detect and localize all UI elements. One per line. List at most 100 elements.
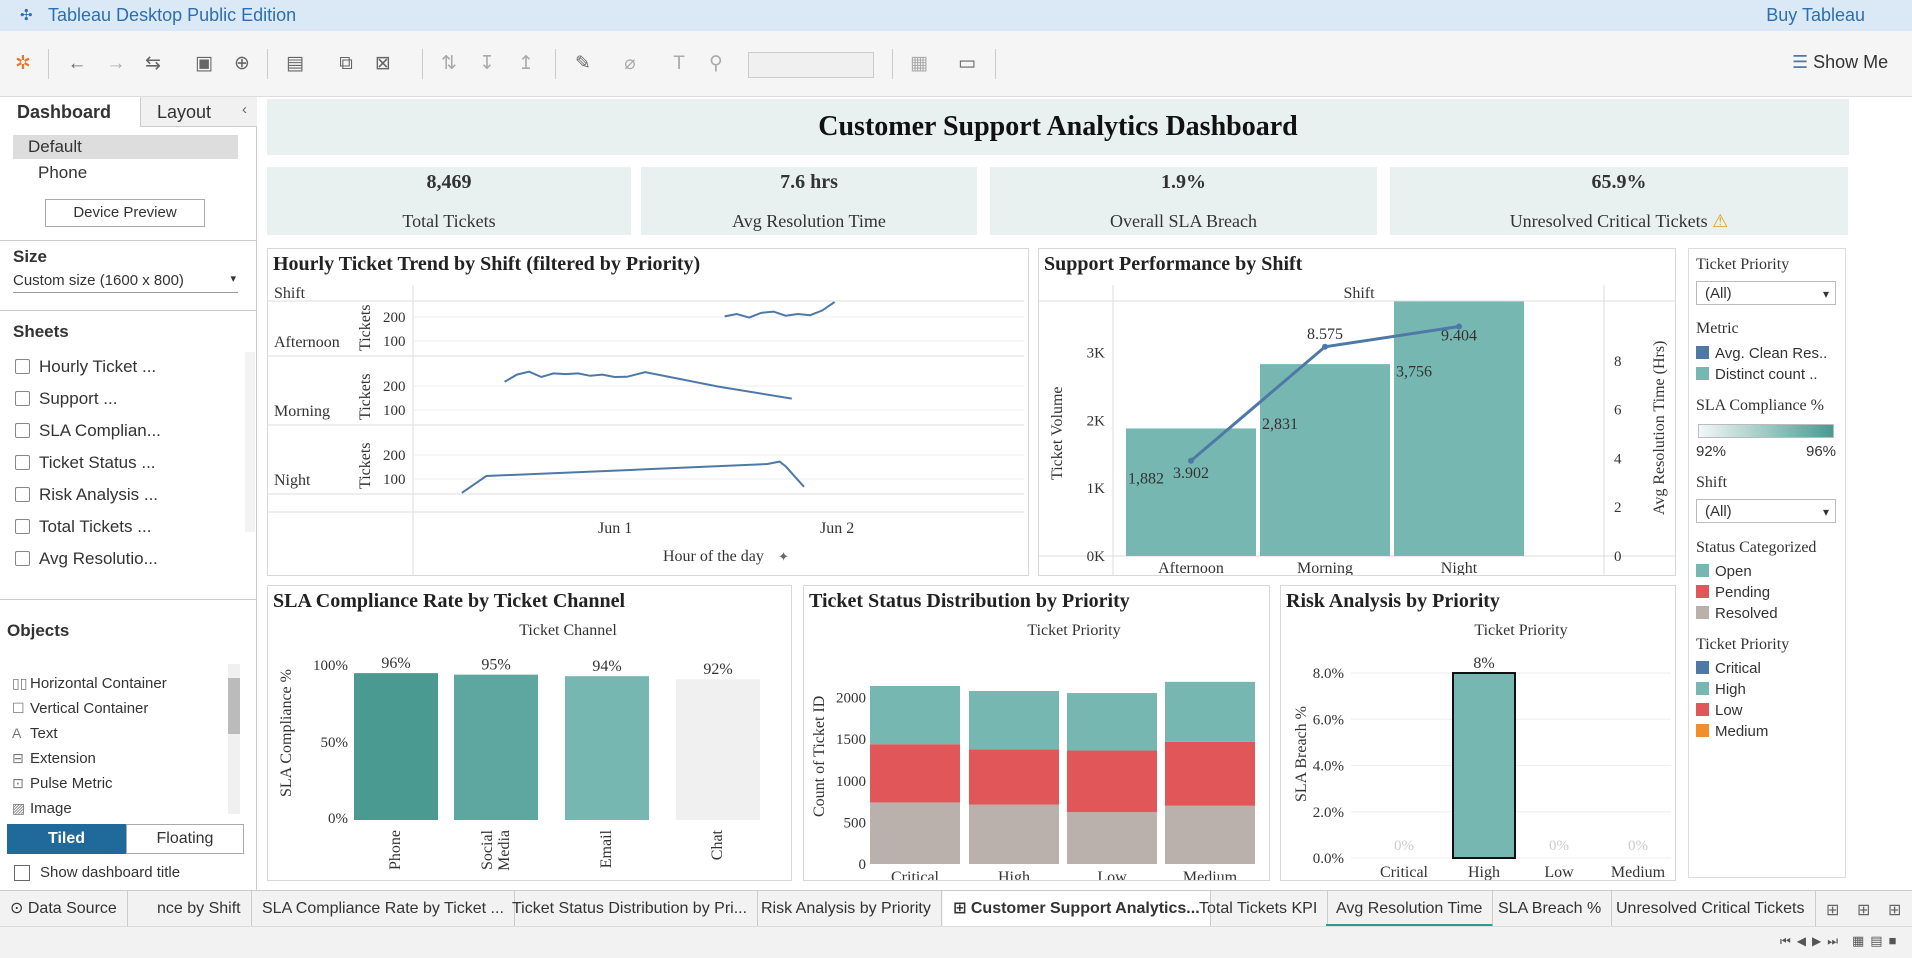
risk-analysis-panel[interactable]: Risk Analysis by Priority Ticket Priorit… [1280, 585, 1676, 881]
sort-descending-icon[interactable]: ↥ [515, 53, 537, 75]
tab-data-source[interactable]: ⊙ Data Source [0, 891, 128, 927]
tableau-logo-icon: ✣ [20, 7, 33, 24]
database-icon: ⊙ [10, 900, 28, 917]
save-icon[interactable]: ▣ [193, 53, 215, 75]
show-title-checkbox[interactable] [14, 865, 30, 881]
new-sheet-icon[interactable]: ⊞ [1826, 900, 1839, 920]
object-vertical-container[interactable]: ☐ Vertical Container [12, 700, 148, 717]
pin-icon[interactable]: ⚲ [705, 53, 727, 75]
tab-sheet[interactable]: SLA Compliance Rate by Ticket ... [252, 891, 515, 927]
new-worksheet-icon[interactable]: ▤ [284, 53, 306, 75]
shift-filter-dropdown[interactable]: (All) [1696, 499, 1836, 524]
sla-max: 96% [1806, 443, 1837, 460]
undo-icon[interactable]: ← [66, 53, 88, 75]
sheets-title: Sheets [13, 322, 69, 341]
new-story-icon[interactable]: ⊞ [1888, 900, 1901, 920]
vertical-container-icon: ☐ [12, 700, 25, 716]
label-icon[interactable]: T [668, 53, 690, 75]
device-preview-button[interactable]: Device Preview [45, 199, 205, 227]
legend-item[interactable]: Medium [1696, 723, 1768, 740]
floating-button[interactable]: Floating [126, 824, 244, 854]
tab-layout[interactable]: Layout [140, 97, 257, 127]
tab-sheet[interactable]: SLA Breach % [1488, 891, 1613, 927]
hourly-chart[interactable]: Shift Afternoon Morning Night Tickets Ti… [268, 285, 1028, 575]
group-icon[interactable]: ⌀ [619, 53, 641, 75]
legend-item[interactable]: Avg. Clean Res.. [1696, 345, 1827, 362]
sort-ascending-icon[interactable]: ↧ [476, 53, 498, 75]
object-text[interactable]: A Text [12, 725, 58, 742]
xtick-jun1: Jun 1 [598, 520, 632, 537]
bar-label: 0% [1549, 838, 1569, 854]
bar-segment [969, 749, 1059, 805]
sla-compliance-panel[interactable]: SLA Compliance Rate by Ticket Channel Ti… [267, 585, 792, 881]
show-me-button[interactable]: ☰ Show Me [1792, 52, 1888, 73]
object-extension[interactable]: ⊟ Extension [12, 750, 96, 767]
tab-sheet[interactable]: Risk Analysis by Priority [751, 891, 942, 927]
buy-tableau-link[interactable]: Buy Tableau [1766, 5, 1865, 26]
tiled-button[interactable]: Tiled [7, 824, 126, 854]
replay-icon[interactable]: ⇆ [142, 53, 164, 75]
duplicate-icon[interactable]: ⧉ [335, 53, 357, 75]
tickets-axis-label: Tickets [357, 304, 374, 351]
morning-line [504, 370, 792, 400]
device-default[interactable]: Default [13, 135, 238, 159]
legend-item[interactable]: Resolved [1696, 605, 1778, 622]
sheet-item[interactable]: Total Tickets ... [15, 517, 151, 537]
left-pane: Dashboard Layout ‹ Default Phone Device … [0, 97, 257, 890]
tab-sheet[interactable]: Avg Resolution Time [1326, 891, 1494, 927]
support-chart[interactable]: Shift Ticket Volume Avg Resolution Time … [1039, 285, 1675, 575]
tab-sheet[interactable]: Unresolved Critical Tickets [1606, 891, 1816, 927]
tab-sheet[interactable]: Total Tickets KPI [1189, 891, 1329, 927]
status-distribution-panel[interactable]: Ticket Status Distribution by Priority T… [803, 585, 1270, 881]
support-performance-panel[interactable]: Support Performance by Shift Shift Ticke… [1038, 248, 1676, 576]
tab-sheet[interactable]: nce by Shift [147, 891, 252, 927]
view-toggle-icon[interactable]: ▦▤■ [1852, 933, 1902, 949]
status-chart[interactable]: Ticket Priority Count of Ticket ID 2000 1… [804, 622, 1269, 880]
sheet-item[interactable]: SLA Complian... [15, 421, 161, 441]
kpi-value: 7.6 hrs [780, 171, 838, 193]
fit-dropdown[interactable] [748, 52, 874, 78]
objects-scrollbar[interactable] [228, 664, 240, 814]
new-datasource-icon[interactable]: ⊕ [231, 53, 253, 75]
presentation-icon[interactable]: ▭ [956, 53, 978, 75]
line-label: 9.404 [1441, 328, 1477, 345]
sheets-scrollbar[interactable] [245, 352, 255, 532]
sla-chart[interactable]: Ticket Channel SLA Compliance % 100% 50%… [268, 622, 791, 880]
count-axis-label: Count of Ticket ID [811, 696, 828, 817]
sheet-item[interactable]: Hourly Ticket ... [15, 357, 156, 377]
bar-label: 0% [1628, 838, 1648, 854]
legend-item[interactable]: Open [1696, 563, 1752, 580]
sheet-item[interactable]: Risk Analysis ... [15, 485, 158, 505]
hourly-trend-panel[interactable]: Hourly Ticket Trend by Shift (filtered b… [267, 248, 1029, 576]
legend-item[interactable]: Distinct count .. [1696, 366, 1818, 383]
legend-item[interactable]: Critical [1696, 660, 1761, 677]
category-label: Critical [891, 869, 940, 880]
sheet-navigation-icon[interactable]: ⏮◀▶⏭ [1780, 934, 1844, 949]
legend-item[interactable]: Low [1696, 702, 1743, 719]
legend-item[interactable]: High [1696, 681, 1746, 698]
size-dropdown[interactable]: Custom size (1600 x 800) ▾ [13, 272, 238, 293]
sheet-item[interactable]: Ticket Status ... [15, 453, 156, 473]
highlight-icon[interactable]: ✎ [572, 53, 594, 75]
legend-item[interactable]: Pending [1696, 584, 1770, 601]
priority-filter-dropdown[interactable]: (All) [1696, 281, 1836, 306]
show-cards-icon[interactable]: ▦ [908, 53, 930, 75]
tab-dashboard[interactable]: Dashboard [0, 97, 140, 127]
bar [1260, 364, 1390, 556]
object-image[interactable]: ▨ Image [12, 800, 72, 817]
sheet-item[interactable]: Support ... [15, 389, 117, 409]
tableau-icon[interactable]: ✲ [12, 53, 34, 75]
object-horizontal-container[interactable]: ▯▯ Horizontal Container [12, 675, 167, 692]
device-phone[interactable]: Phone [38, 163, 87, 183]
swap-icon[interactable]: ⇅ [438, 53, 460, 75]
object-pulse-metric[interactable]: ⊡ Pulse Metric [12, 775, 113, 792]
new-dashboard-icon[interactable]: ⊞ [1857, 900, 1870, 920]
clear-sheet-icon[interactable]: ⊠ [372, 53, 394, 75]
kpi-total-tickets: 8,469 Total Tickets [267, 167, 631, 235]
collapse-icon[interactable]: ‹ [242, 101, 247, 118]
tab-sheet[interactable]: Ticket Status Distribution by Pri... [502, 891, 759, 927]
sheet-item[interactable]: Avg Resolutio... [15, 549, 158, 569]
redo-icon[interactable]: → [105, 53, 127, 75]
tab-dashboard-active[interactable]: ⊞ Customer Support Analytics... [943, 891, 1211, 927]
risk-chart[interactable]: Ticket Priority SLA Breach % 8.0% 6.0% 4.0… [1281, 622, 1675, 880]
